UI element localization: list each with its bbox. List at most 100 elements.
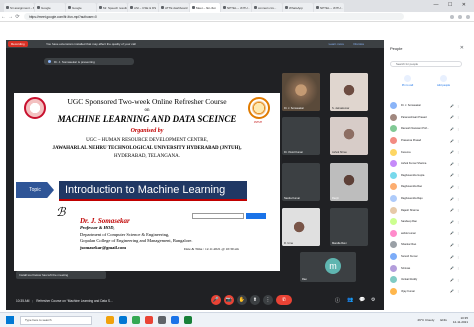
more-icon[interactable]: ⋮: [455, 139, 461, 143]
participant-name: Venkat Reddy: [401, 278, 418, 282]
window-controls[interactable]: — ☐ ✕: [434, 2, 470, 8]
participant-tile[interactable]: S. Jaimakumar: [330, 73, 368, 111]
more-icon[interactable]: ⋮: [455, 115, 461, 119]
participant-row[interactable]: Dr. J. Somasekar 🎤 ⋮: [384, 100, 468, 112]
browser-tab[interactable]: Google: [35, 3, 65, 12]
browser-tab[interactable]: WhatsApp: [283, 3, 313, 12]
participant-row[interactable]: Raghavendra Rao 🎤 ⋮: [384, 181, 468, 193]
participant-row[interactable]: Shankar Rao 🎤 ⋮: [384, 239, 468, 251]
info-icon[interactable]: ⓘ: [335, 297, 342, 304]
more-icon[interactable]: ⋮: [455, 231, 461, 235]
more-icon[interactable]: ⋮: [455, 278, 461, 282]
browser-tab[interactable]: NPTEL – JNTU...: [314, 3, 344, 12]
microphone-button[interactable]: 🎤: [211, 295, 221, 305]
reload-icon[interactable]: ⟳: [14, 14, 21, 20]
participant-tile[interactable]: Nanda Kumar: [282, 163, 320, 201]
avatar: [390, 264, 397, 272]
participant-row[interactable]: Rajesh Sharma 🎤 ⋮: [384, 204, 468, 216]
more-icon[interactable]: ⋮: [455, 104, 461, 108]
participant-row[interactable]: Kusuma 🎤 ⋮: [384, 146, 468, 158]
url-field[interactable]: https://meet.google.com/flr-ifun-mpi?aut…: [24, 13, 404, 20]
taskbar-search-input[interactable]: Type here to search: [20, 315, 92, 325]
raise-hand-button[interactable]: ✋: [237, 295, 247, 305]
taskbar-app-icon[interactable]: [119, 316, 127, 324]
browser-tab[interactable]: Sri assignment – B...: [4, 3, 34, 12]
participant-tile[interactable]: R. Uma: [282, 208, 320, 246]
participant-tile[interactable]: Dr. Vinod Kumar: [282, 117, 320, 155]
participant-video: [330, 117, 368, 155]
chat-icon[interactable]: 💬: [359, 297, 366, 304]
people-search-input[interactable]: Search for people: [390, 61, 462, 67]
browser-tab[interactable]: NPTEL – JNTU...: [221, 3, 251, 12]
more-icon[interactable]: ⋮: [455, 127, 461, 131]
tab-favicon-icon: [223, 6, 226, 9]
camera-button[interactable]: 📷: [224, 295, 234, 305]
clock[interactable]: 10:35 12-11-2021: [453, 316, 468, 324]
close-icon[interactable]: ✕: [460, 45, 464, 51]
more-icon[interactable]: ⋮: [455, 220, 461, 224]
forward-icon[interactable]: →: [7, 14, 14, 20]
participant-row[interactable]: Ramesh Nanwani Prof... 🎤 ⋮: [384, 123, 468, 135]
participant-row[interactable]: ashok kumar 🎤 ⋮: [384, 228, 468, 240]
more-icon[interactable]: ⋮: [455, 243, 461, 247]
participant-tile[interactable]: Marella Ravi: [330, 208, 368, 246]
participant-name: Suresh Kumar: [401, 255, 418, 259]
participant-row[interactable]: Venkat Reddy 🎤 ⋮: [384, 274, 468, 286]
dismiss-link[interactable]: Dismiss: [354, 42, 365, 46]
browser-tab[interactable]: Mr. Speech results: [97, 3, 127, 12]
taskbar-app-icon[interactable]: [106, 316, 114, 324]
extension-icon[interactable]: [450, 14, 454, 19]
start-icon[interactable]: [6, 316, 14, 324]
topic-title: Introduction to Machine Learning: [59, 181, 247, 201]
browser-tab[interactable]: Meet – flor-ifun: [190, 3, 220, 12]
language-indicator[interactable]: ENG: [440, 318, 447, 322]
people-icon[interactable]: 👥: [347, 297, 354, 304]
participant-tile[interactable]: Dr. J. Somasekar: [282, 73, 320, 111]
participant-name: ashok kumar: [401, 231, 416, 235]
participant-row[interactable]: Sandeep Rao 🎤 ⋮: [384, 216, 468, 228]
taskbar-app-icon[interactable]: [171, 316, 179, 324]
more-icon[interactable]: ⋮: [455, 162, 461, 166]
participant-row[interactable]: Srinivas 🎤 ⋮: [384, 262, 468, 274]
browser-tab[interactable]: ATTE dashboard: [159, 3, 189, 12]
pin-to-call-button[interactable]: Pin to call: [402, 75, 413, 87]
extension-icon[interactable]: [458, 14, 462, 19]
taskbar-app-icon[interactable]: [184, 316, 192, 324]
more-icon[interactable]: ⋮: [455, 289, 461, 293]
weather-text[interactable]: 29°C Cloudy: [417, 318, 434, 322]
tab-favicon-icon: [192, 6, 195, 9]
more-options-button[interactable]: ⋮: [263, 295, 273, 305]
activities-icon[interactable]: ⚙: [371, 297, 378, 304]
more-icon[interactable]: ⋮: [455, 185, 461, 189]
add-people-button[interactable]: Add people: [437, 75, 450, 87]
learn-more-link[interactable]: Learn more: [329, 42, 344, 46]
participant-row[interactable]: Parameshwari Prasad 🎤 ⋮: [384, 112, 468, 124]
more-icon[interactable]: ⋮: [455, 255, 461, 259]
more-icon[interactable]: ⋮: [455, 150, 461, 154]
taskbar-app-icon[interactable]: [132, 316, 140, 324]
back-icon[interactable]: ←: [0, 14, 7, 20]
participant-row[interactable]: Prasanna Prasad 🎤 ⋮: [384, 135, 468, 147]
tab-label: ATTE dashboard: [165, 5, 188, 10]
panel-actions: Pin to call Add people: [390, 75, 462, 87]
speaker-name: Dr. J. Somasekar: [80, 217, 130, 225]
participant-tile[interactable]: Ranjit: [330, 163, 368, 201]
end-call-button[interactable]: ✆: [276, 295, 292, 305]
profile-icon[interactable]: [466, 14, 470, 19]
participant-row[interactable]: Suresh Kumar 🎤 ⋮: [384, 251, 468, 263]
participant-row[interactable]: Raghavendra Gupta 🎤 ⋮: [384, 170, 468, 182]
participant-row[interactable]: Vijay Kumar 🎤 ⋮: [384, 286, 468, 298]
participant-row[interactable]: Ashok Kumar Sharma 🎤 ⋮: [384, 158, 468, 170]
taskbar-app-icon[interactable]: [158, 316, 166, 324]
more-icon[interactable]: ⋮: [455, 266, 461, 270]
present-button[interactable]: ⬆: [250, 295, 260, 305]
more-icon[interactable]: ⋮: [455, 208, 461, 212]
browser-tab[interactable]: connect.ccs...: [252, 3, 282, 12]
taskbar-app-icon[interactable]: [145, 316, 153, 324]
browser-tab[interactable]: ASI – CSE & DS: [128, 3, 158, 12]
participant-row[interactable]: Raghavendra Raju 🎤 ⋮: [384, 193, 468, 205]
more-icon[interactable]: ⋮: [455, 197, 461, 201]
participant-tile[interactable]: Ashok Shree: [330, 117, 368, 155]
browser-tab[interactable]: Google: [66, 3, 96, 12]
more-icon[interactable]: ⋮: [455, 173, 461, 177]
